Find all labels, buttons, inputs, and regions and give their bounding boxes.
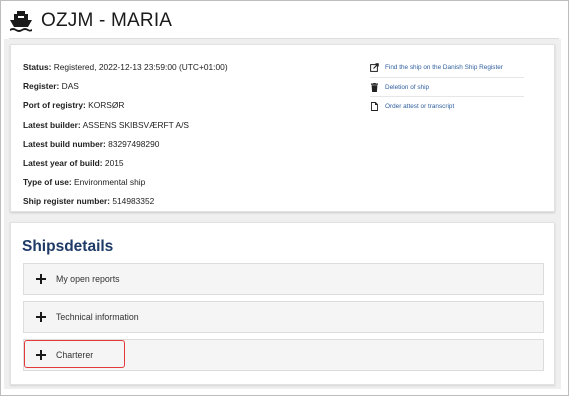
accordion-my-open-reports[interactable]: My open reports <box>23 263 544 295</box>
latest-build-number-label: Latest build number: <box>23 138 106 149</box>
order-attest-link-label: Order attest or transcript <box>385 102 455 110</box>
accordion-label: Charterer <box>56 350 94 360</box>
ship-register-number-row: Ship register number: 514983352 <box>23 192 228 211</box>
accordion-label: My open reports <box>56 274 120 284</box>
ship-icon <box>9 10 33 32</box>
register-value: DAS <box>59 81 79 92</box>
latest-year-of-build-row: Latest year of build: 2015 <box>23 154 228 173</box>
latest-builder-label: Latest builder: <box>23 119 81 130</box>
ship-info-list: Status: Registered, 2022-12-13 23:59:00 … <box>23 58 228 212</box>
action-links: Find the ship on the Danish Ship Registe… <box>370 58 524 115</box>
port-of-registry-label: Port of registry: <box>23 100 86 111</box>
type-of-use-value: Environmental ship <box>71 177 146 188</box>
ship-register-number-value: 514983352 <box>110 196 155 207</box>
type-of-use-label: Type of use: <box>23 177 72 188</box>
order-attest-link[interactable]: Order attest or transcript <box>370 96 524 115</box>
trash-icon <box>370 82 379 92</box>
plus-icon <box>36 312 46 322</box>
find-ship-link[interactable]: Find the ship on the Danish Ship Registe… <box>370 58 524 77</box>
status-row: Status: Registered, 2022-12-13 23:59:00 … <box>23 58 228 77</box>
accordion-label: Technical information <box>56 312 139 322</box>
latest-build-number-value: 83297498290 <box>105 138 160 149</box>
status-value: Registered, 2022-12-13 23:59:00 (UTC+01:… <box>51 62 228 72</box>
latest-year-of-build-label: Latest year of build: <box>23 157 103 168</box>
deletion-of-ship-link[interactable]: Deletion of ship <box>370 77 524 96</box>
port-of-registry-value: KORSØR <box>85 100 125 111</box>
plus-icon <box>36 350 46 360</box>
ship-register-number-label: Ship register number: <box>23 196 111 207</box>
ship-details-card: Shipsdetails My open reports Technical i… <box>10 222 555 385</box>
accordion-charterer[interactable]: Charterer <box>23 339 544 371</box>
page-header: OZJM - MARIA <box>9 6 172 36</box>
page-title: OZJM - MARIA <box>41 10 173 31</box>
register-label: Register: <box>23 81 60 92</box>
type-of-use-row: Type of use: Environmental ship <box>23 173 228 192</box>
ship-details-title: Shipsdetails <box>22 238 114 255</box>
latest-build-number-row: Latest build number: 83297498290 <box>23 135 228 154</box>
find-ship-link-label: Find the ship on the Danish Ship Registe… <box>385 64 503 71</box>
accordion-technical-information[interactable]: Technical information <box>23 301 544 333</box>
document-icon <box>370 101 379 111</box>
plus-icon <box>36 274 46 284</box>
status-label: Status: <box>23 62 52 72</box>
port-of-registry-row: Port of registry: KORSØR <box>23 96 228 115</box>
latest-builder-row: Latest builder: ASSENS SKIBSVÆRFT A/S <box>23 116 228 135</box>
latest-builder-value: ASSENS SKIBSVÆRFT A/S <box>80 119 189 130</box>
ship-info-card: Status: Registered, 2022-12-13 23:59:00 … <box>10 44 555 212</box>
latest-year-of-build-value: 2015 <box>102 157 124 168</box>
register-row: Register: DAS <box>23 77 228 96</box>
external-link-icon <box>370 63 379 72</box>
deletion-of-ship-link-label: Deletion of ship <box>385 83 430 91</box>
